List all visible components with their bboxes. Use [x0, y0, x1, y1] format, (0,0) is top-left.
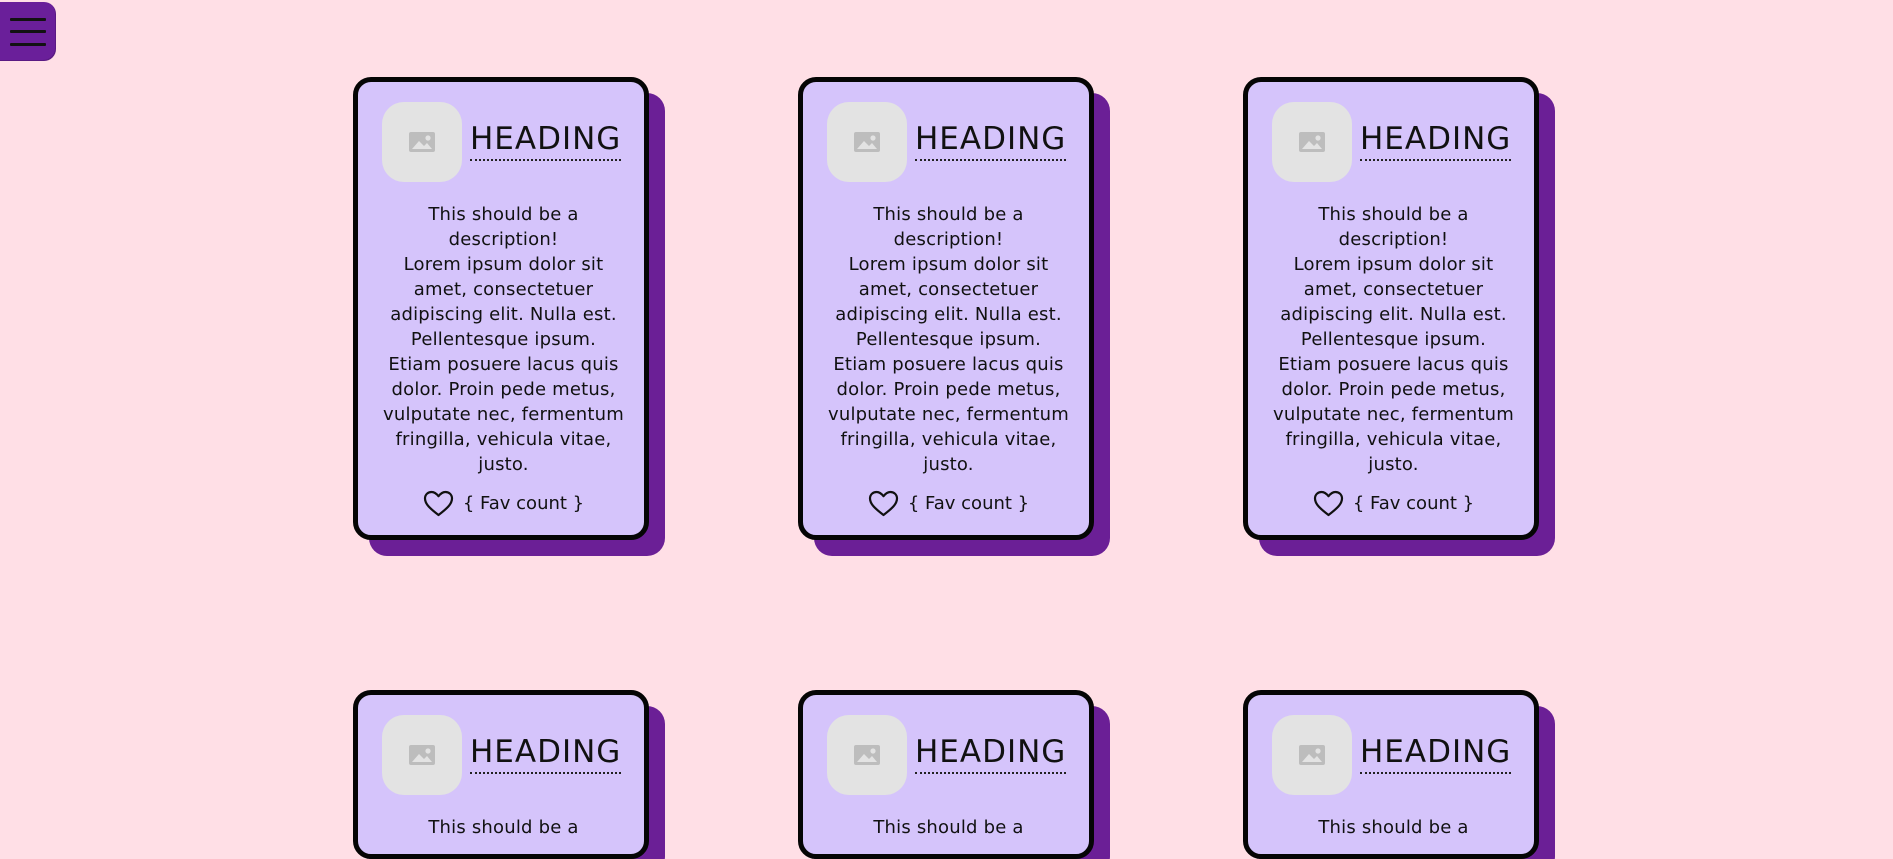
- image-icon: [854, 132, 880, 152]
- favorite-count-label: { Fav count }: [462, 492, 585, 514]
- description-line: description!: [893, 229, 1004, 250]
- description-line: This should be a: [428, 204, 579, 225]
- favorite-count-label: { Fav count }: [907, 492, 1030, 514]
- card-header: HEADING: [827, 102, 1070, 182]
- favorite-row: { Fav count }: [382, 490, 625, 517]
- image-icon: [1299, 745, 1325, 765]
- description-line: Lorem ipsum dolor sit: [1293, 254, 1494, 275]
- card-heading: HEADING: [470, 123, 622, 162]
- image-icon: [854, 745, 880, 765]
- image-icon: [409, 132, 435, 152]
- favorite-row: { Fav count }: [1272, 490, 1515, 517]
- description-line: Pellentesque ipsum.: [410, 329, 597, 350]
- heart-icon[interactable]: [423, 490, 454, 517]
- card: HEADING This should be a: [1243, 690, 1539, 859]
- image-icon: [409, 745, 435, 765]
- description-line: fringilla, vehicula vitae,: [395, 429, 612, 450]
- menu-line-bottom: [10, 42, 46, 46]
- heart-icon[interactable]: [1313, 490, 1344, 517]
- description-line: adipiscing elit. Nulla est.: [1280, 304, 1507, 325]
- description-line: This should be a: [1318, 204, 1469, 225]
- description-line: dolor. Proin pede metus,: [391, 379, 616, 400]
- description-line: justo.: [923, 454, 974, 475]
- description-line: Lorem ipsum dolor sit: [403, 254, 604, 275]
- card: HEADING This should be a description! Lo…: [798, 77, 1094, 540]
- card-heading: HEADING: [1360, 123, 1512, 162]
- favorite-count-label: { Fav count }: [1352, 492, 1475, 514]
- card-header: HEADING: [382, 102, 625, 182]
- description-line: adipiscing elit. Nulla est.: [835, 304, 1062, 325]
- heart-icon[interactable]: [868, 490, 899, 517]
- card: HEADING This should be a description! Lo…: [353, 77, 649, 540]
- image-placeholder: [1272, 715, 1352, 795]
- description-line: fringilla, vehicula vitae,: [840, 429, 1057, 450]
- description-line: vulputate nec, fermentum: [383, 404, 624, 425]
- description-line: justo.: [1368, 454, 1419, 475]
- favorite-row: { Fav count }: [827, 490, 1070, 517]
- image-placeholder: [827, 102, 907, 182]
- description-line: fringilla, vehicula vitae,: [1285, 429, 1502, 450]
- card-heading: HEADING: [915, 736, 1067, 775]
- image-placeholder: [1272, 102, 1352, 182]
- menu-line-top: [10, 17, 46, 21]
- description-line: dolor. Proin pede metus,: [836, 379, 1061, 400]
- description-line: Pellentesque ipsum.: [1300, 329, 1487, 350]
- card-grid: HEADING This should be a description! Lo…: [353, 77, 1539, 859]
- description-line: amet, consectetuer: [858, 279, 1039, 300]
- description-line: vulputate nec, fermentum: [1273, 404, 1514, 425]
- description-line: This should be a: [873, 204, 1024, 225]
- image-placeholder: [827, 715, 907, 795]
- description-line: description!: [448, 229, 559, 250]
- description-line: vulputate nec, fermentum: [828, 404, 1069, 425]
- description-line: Pellentesque ipsum.: [855, 329, 1042, 350]
- card-header: HEADING: [382, 715, 625, 795]
- image-placeholder: [382, 102, 462, 182]
- card-description: This should be a description! Lorem ipsu…: [382, 202, 625, 477]
- card: HEADING This should be a: [798, 690, 1094, 859]
- description-line: description!: [1338, 229, 1449, 250]
- description-line: Etiam posuere lacus quis: [388, 354, 619, 375]
- description-line: amet, consectetuer: [413, 279, 594, 300]
- description-line: Lorem ipsum dolor sit: [848, 254, 1049, 275]
- image-placeholder: [382, 715, 462, 795]
- description-line: Etiam posuere lacus quis: [1278, 354, 1509, 375]
- card: HEADING This should be a description! Lo…: [1243, 77, 1539, 540]
- description-line: amet, consectetuer: [1303, 279, 1484, 300]
- card-heading: HEADING: [1360, 736, 1512, 775]
- description-line: justo.: [478, 454, 529, 475]
- card-heading: HEADING: [470, 736, 622, 775]
- card-header: HEADING: [827, 715, 1070, 795]
- description-line: dolor. Proin pede metus,: [1281, 379, 1506, 400]
- menu-line-middle: [10, 30, 46, 33]
- card-description: This should be a description! Lorem ipsu…: [827, 202, 1070, 477]
- card-header: HEADING: [1272, 715, 1515, 795]
- card-header: HEADING: [1272, 102, 1515, 182]
- description-line: Etiam posuere lacus quis: [833, 354, 1064, 375]
- card: HEADING This should be a: [353, 690, 649, 859]
- card-description: This should be a description! Lorem ipsu…: [1272, 202, 1515, 477]
- menu-button[interactable]: [0, 2, 56, 61]
- image-icon: [1299, 132, 1325, 152]
- card-heading: HEADING: [915, 123, 1067, 162]
- hamburger-menu-icon: [10, 17, 46, 46]
- description-line: adipiscing elit. Nulla est.: [390, 304, 617, 325]
